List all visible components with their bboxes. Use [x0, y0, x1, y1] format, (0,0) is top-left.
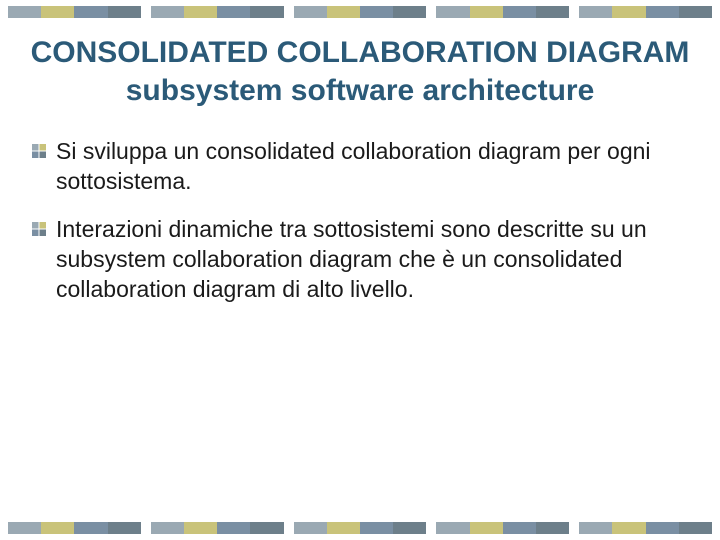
title-line-1: CONSOLIDATED COLLABORATION DIAGRAM	[31, 36, 690, 69]
quad-bullet-icon	[32, 222, 46, 236]
list-item: Si sviluppa un consolidated collaboratio…	[32, 137, 692, 197]
list-item: Interazioni dinamiche tra sottosistemi s…	[32, 215, 692, 305]
top-border-strip	[0, 6, 720, 18]
bullet-text: Si sviluppa un consolidated collaboratio…	[56, 137, 692, 197]
title-line-2: subsystem software architecture	[126, 74, 595, 107]
slide-title: CONSOLIDATED COLLABORATION DIAGRAM subsy…	[28, 34, 692, 109]
bullet-list: Si sviluppa un consolidated collaboratio…	[28, 137, 692, 304]
slide-content: CONSOLIDATED COLLABORATION DIAGRAM subsy…	[28, 34, 692, 322]
bottom-border-strip	[0, 522, 720, 534]
bullet-text: Interazioni dinamiche tra sottosistemi s…	[56, 215, 692, 305]
quad-bullet-icon	[32, 144, 46, 158]
